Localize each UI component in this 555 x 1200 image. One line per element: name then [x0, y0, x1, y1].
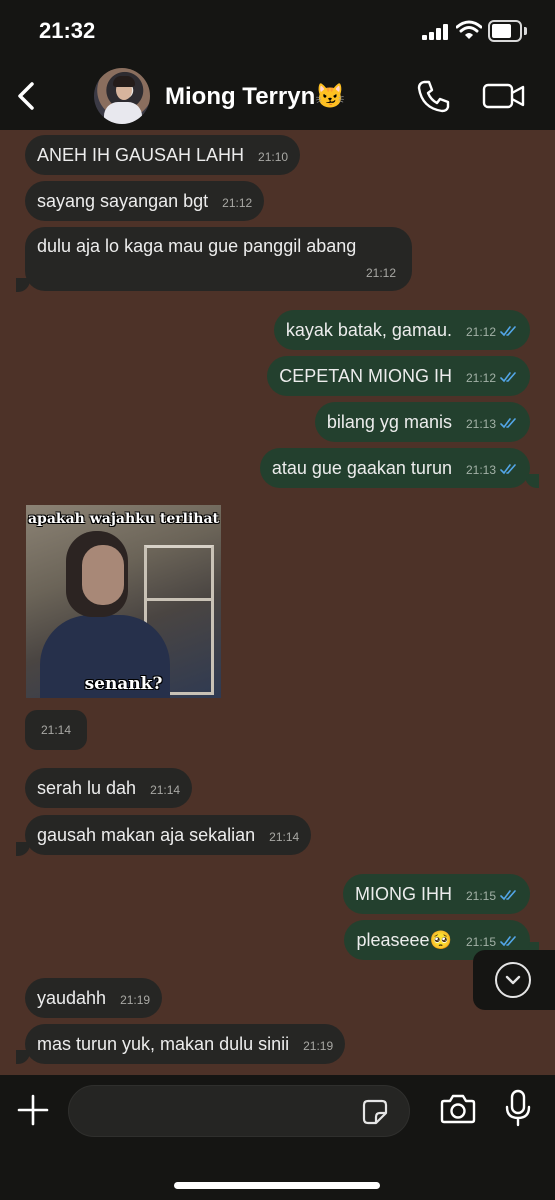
message-text: bilang yg manis: [326, 412, 452, 432]
meme-caption-top: apakah wajahku terlihat: [27, 511, 220, 527]
message-text: mas turun yuk, makan dulu sinii: [37, 1034, 290, 1054]
message-bubble[interactable]: MIONG IHH 21:15: [342, 874, 530, 914]
message-text: yaudahh: [37, 988, 107, 1008]
scroll-to-bottom-button[interactable]: [473, 950, 555, 1010]
plus-icon[interactable]: [16, 1093, 50, 1127]
message-text: serah lu dah: [37, 778, 137, 798]
message-time: 21:12: [465, 371, 496, 385]
message-time: 21:14: [269, 830, 300, 844]
message-text: gausah makan aja sekalian: [37, 825, 256, 845]
read-receipt-icon: [500, 418, 516, 429]
read-receipt-icon: [500, 326, 516, 337]
contact-avatar[interactable]: [94, 68, 150, 124]
message-bubble[interactable]: serah lu dah 21:14: [25, 768, 193, 808]
message-time: 21:15: [465, 935, 496, 949]
message-text: CEPETAN MIONG IH: [279, 366, 452, 386]
message-time: 21:19: [303, 1039, 334, 1053]
message-bubble[interactable]: gausah makan aja sekalian 21:14: [25, 815, 312, 855]
message-bubble[interactable]: kayak batak, gamau. 21:12: [273, 310, 530, 350]
message-bubble[interactable]: dulu aja lo kaga mau gue panggil abang 21…: [25, 227, 412, 291]
battery-icon: [488, 20, 528, 42]
message-bubble[interactable]: CEPETAN MIONG IH 21:12: [267, 356, 530, 396]
message-time: 21:12: [222, 196, 253, 210]
meme-caption-bottom: senank?: [84, 674, 163, 694]
top-bar: 21:32 Miong Terryn😼: [0, 0, 555, 130]
message-text: pleaseee🥺: [356, 930, 452, 950]
back-chevron-icon[interactable]: [10, 76, 46, 116]
message-time: 21:12: [365, 266, 396, 280]
read-receipt-icon: [500, 464, 516, 475]
image-timestamp: 21:14: [25, 710, 87, 750]
message-bubble[interactable]: yaudahh 21:19: [25, 978, 163, 1018]
message-input[interactable]: [68, 1085, 410, 1137]
wifi-icon: [456, 20, 482, 39]
message-bubble[interactable]: bilang yg manis 21:13: [314, 402, 530, 442]
read-receipt-icon: [500, 890, 516, 901]
message-bubble[interactable]: ANEH IH GAUSAH LAHH 21:10: [25, 135, 301, 175]
chat-header: Miong Terryn😼: [0, 62, 555, 130]
microphone-icon[interactable]: [504, 1089, 532, 1127]
message-text: atau gue gaakan turun: [271, 458, 452, 478]
video-camera-icon[interactable]: [482, 80, 526, 112]
meme-image[interactable]: apakah wajahku terlihat senank?: [26, 505, 221, 698]
message-text: MIONG IHH: [354, 884, 452, 904]
message-time: 21:13: [465, 417, 496, 431]
chevron-down-icon: [495, 962, 531, 998]
message-time: 21:19: [120, 993, 151, 1007]
sticker-icon[interactable]: [362, 1099, 388, 1125]
read-receipt-icon: [500, 372, 516, 383]
message-time: 21:14: [150, 783, 181, 797]
message-text: dulu aja lo kaga mau gue panggil abang: [37, 236, 357, 256]
home-indicator[interactable]: [174, 1182, 380, 1189]
chat-area[interactable]: ANEH IH GAUSAH LAHH 21:10 sayang sayangan…: [0, 130, 555, 1075]
message-time: 21:15: [465, 889, 496, 903]
message-text: ANEH IH GAUSAH LAHH: [37, 145, 245, 165]
message-time: 21:13: [465, 463, 496, 477]
phone-icon[interactable]: [416, 78, 452, 114]
composer-bar: [0, 1075, 555, 1200]
cellular-signal-icon: [422, 24, 448, 40]
message-bubble[interactable]: sayang sayangan bgt 21:12: [25, 181, 265, 221]
status-bar: 21:32: [0, 0, 555, 62]
message-bubble[interactable]: atau gue gaakan turun 21:13: [259, 448, 530, 488]
message-text: sayang sayangan bgt: [37, 191, 209, 211]
message-time: 21:10: [258, 150, 289, 164]
status-time: 21:32: [39, 18, 96, 43]
read-receipt-icon: [500, 936, 516, 947]
contact-name[interactable]: Miong Terryn😼: [165, 82, 345, 111]
message-text: kayak batak, gamau.: [285, 320, 452, 340]
camera-icon[interactable]: [440, 1093, 476, 1125]
message-time: 21:12: [465, 325, 496, 339]
message-bubble[interactable]: mas turun yuk, makan dulu sinii 21:19: [25, 1024, 346, 1064]
